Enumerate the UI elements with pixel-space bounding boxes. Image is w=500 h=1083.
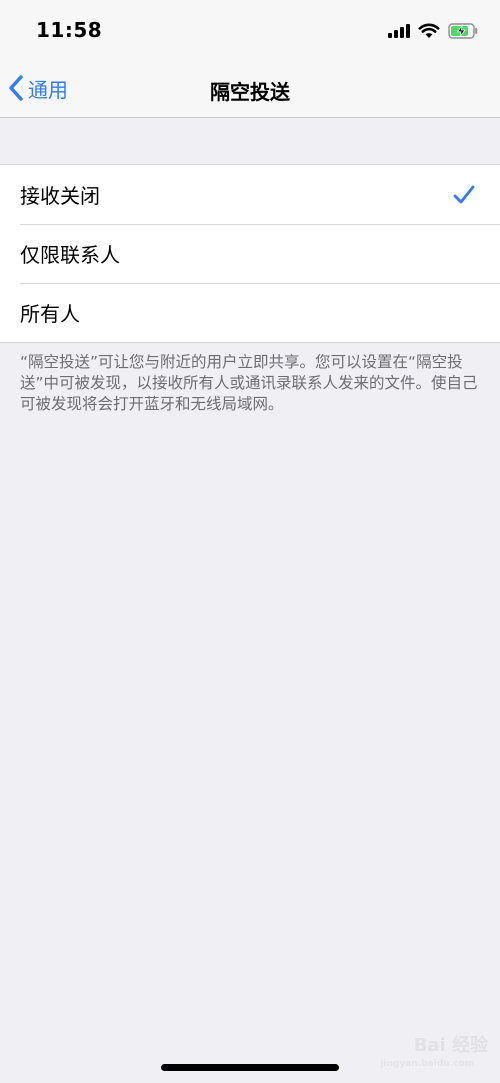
- watermark-logo: Bai 经验 jingyan.baidu.com: [378, 1031, 488, 1071]
- page-title: 隔空投送: [210, 80, 290, 104]
- airdrop-options-list: 接收关闭 仅限联系人 所有人: [0, 164, 500, 343]
- wifi-icon: [418, 23, 440, 38]
- navigation-bar: 通用 隔空投送: [0, 60, 500, 118]
- option-receiving-off[interactable]: 接收关闭: [0, 165, 500, 224]
- battery-charging-icon: [448, 23, 478, 39]
- status-time: 11:58: [36, 18, 103, 42]
- status-bar: 11:58: [0, 0, 500, 60]
- option-label: 所有人: [20, 302, 80, 326]
- home-indicator[interactable]: [161, 1064, 339, 1071]
- watermark-text: Bai 经验: [413, 1035, 488, 1056]
- checkmark-icon: [453, 185, 475, 204]
- watermark-url: jingyan.baidu.com: [380, 1059, 474, 1069]
- option-label: 仅限联系人: [20, 243, 120, 267]
- option-label: 接收关闭: [20, 184, 100, 208]
- option-everyone[interactable]: 所有人: [0, 283, 500, 342]
- cellular-signal-icon: [388, 24, 410, 38]
- option-contacts-only[interactable]: 仅限联系人: [0, 224, 500, 283]
- status-icons: [388, 20, 478, 42]
- airdrop-description: “隔空投送”可让您与附近的用户立即共享。您可以设置在“隔空投送”中可被发现，以接…: [20, 353, 478, 413]
